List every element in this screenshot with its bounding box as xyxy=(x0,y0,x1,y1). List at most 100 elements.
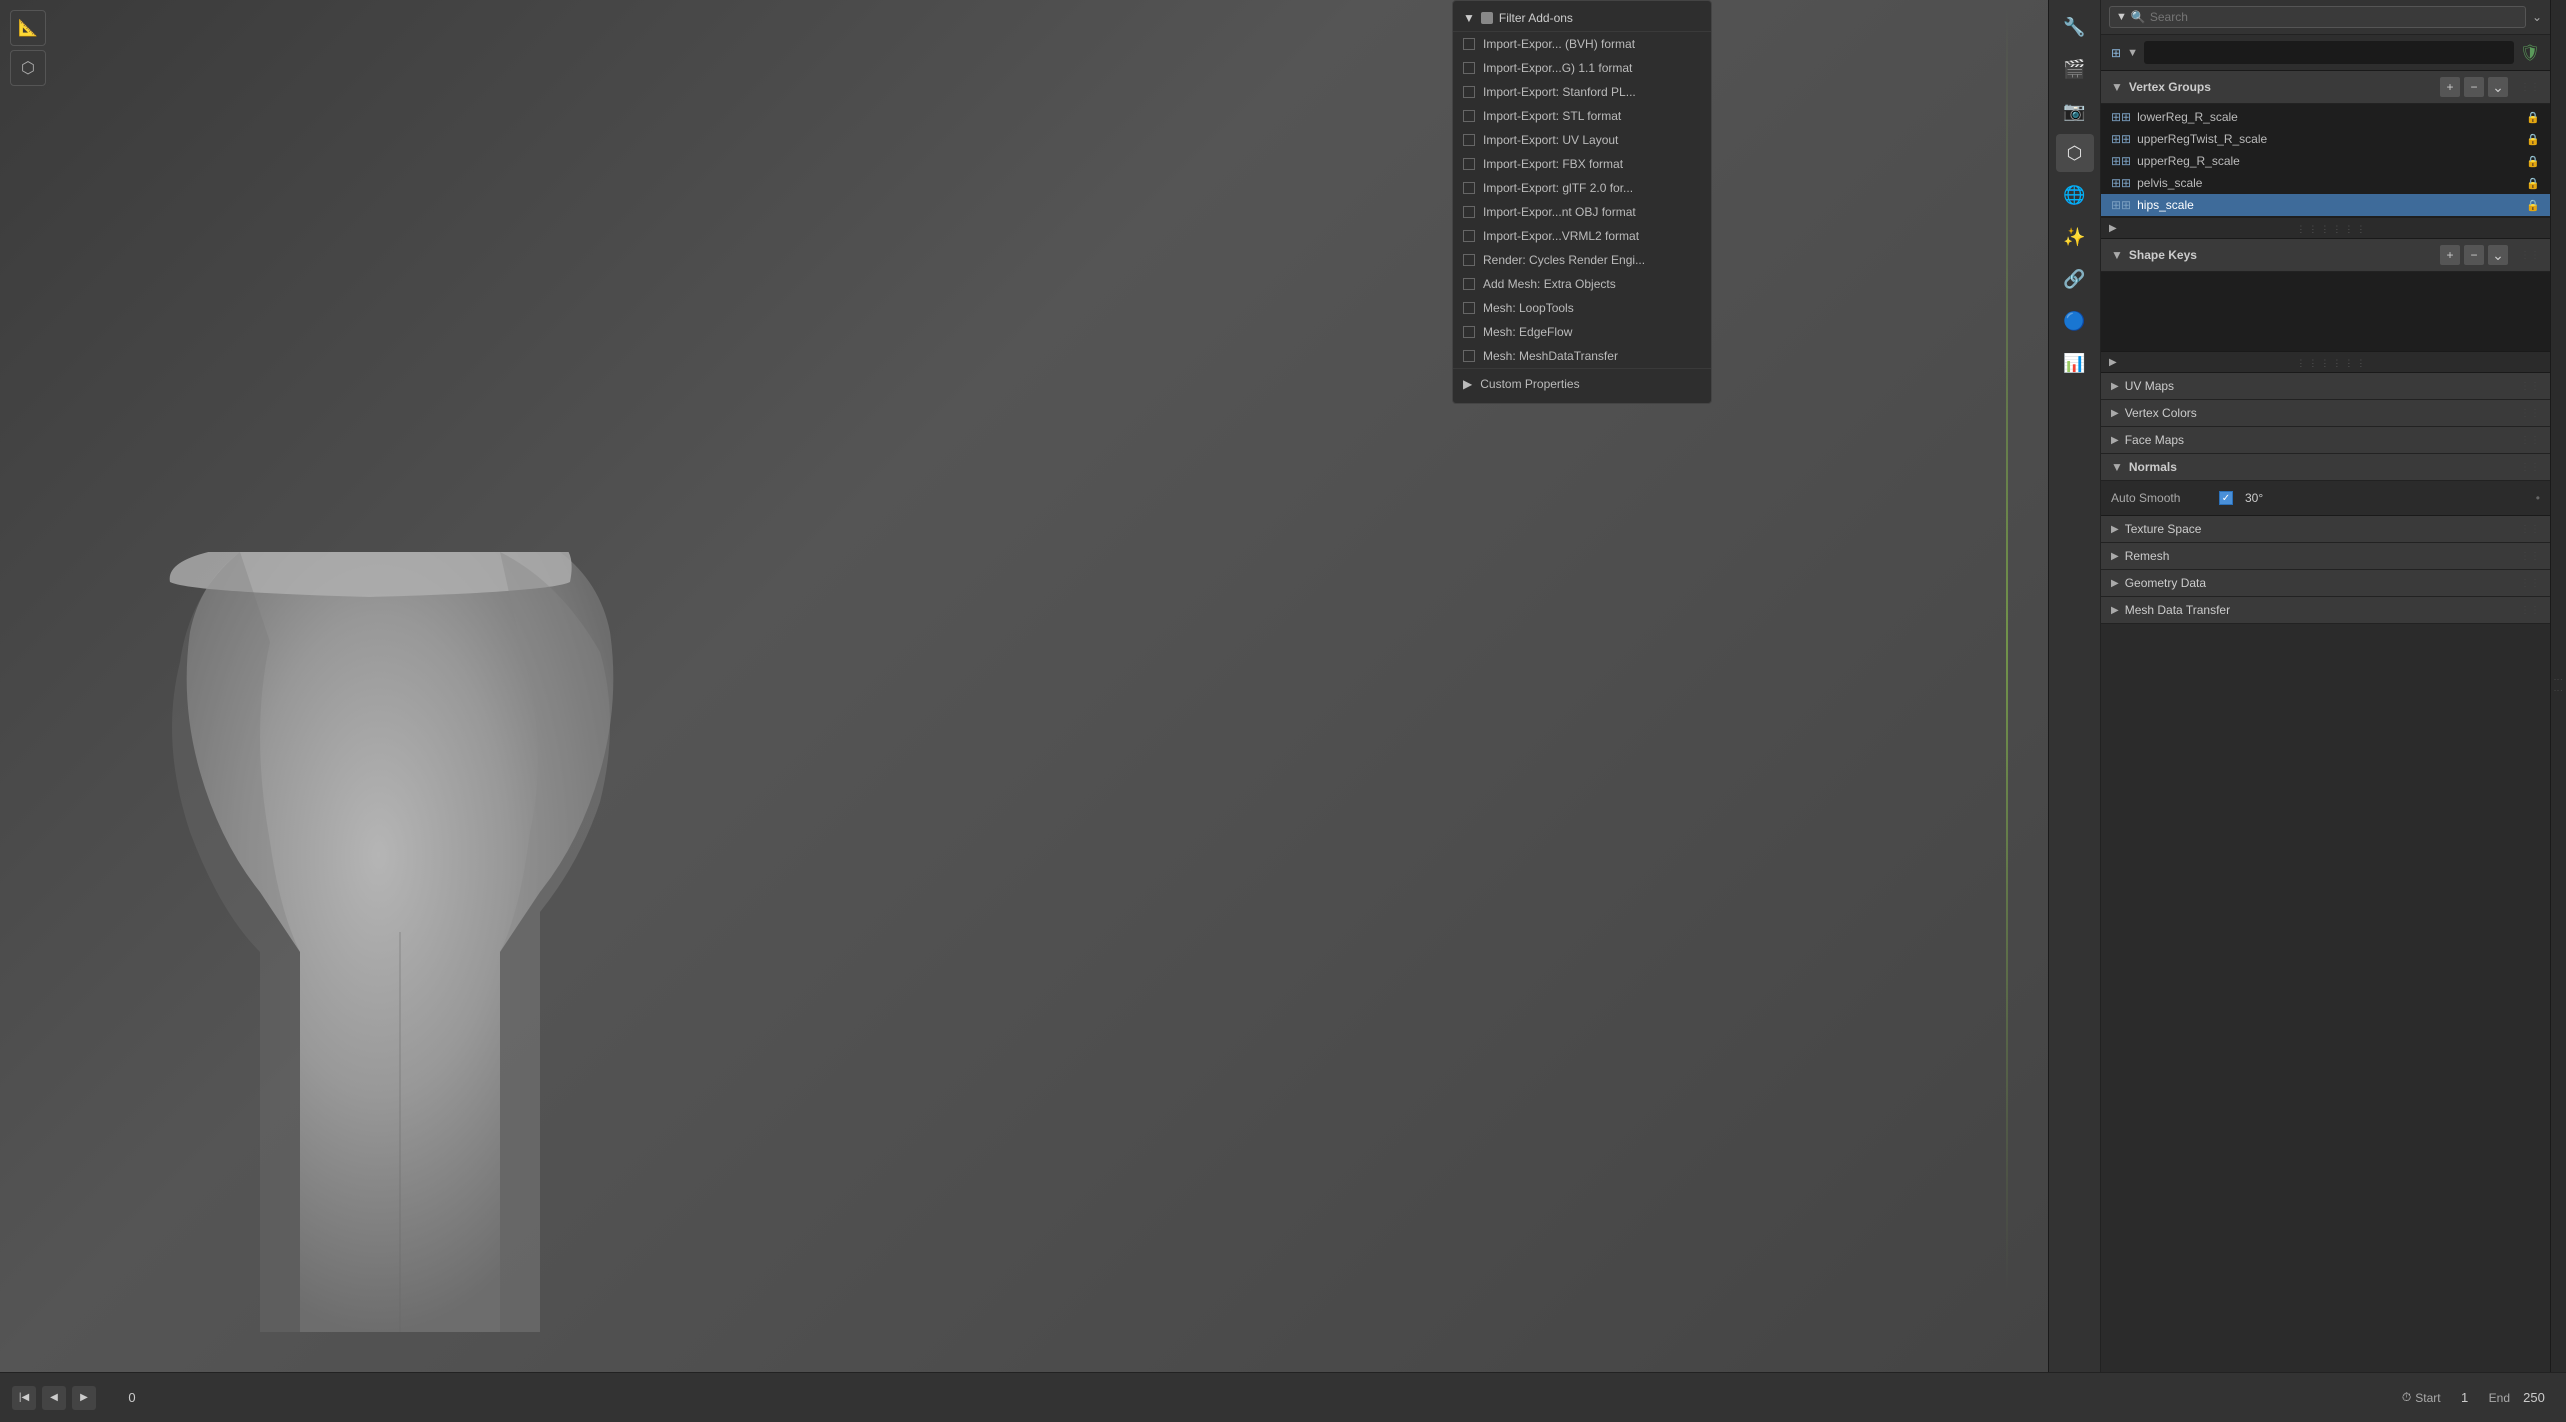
mesh-dropdown[interactable]: ▼ xyxy=(2127,47,2138,59)
remesh-section[interactable]: ▶ Remesh ⋮⋮ xyxy=(2101,543,2550,570)
addon-item[interactable]: Import-Export: UV Layout xyxy=(1453,128,1711,152)
addon-checkbox[interactable] xyxy=(1463,110,1475,122)
addon-item[interactable]: Import-Export: glTF 2.0 for... xyxy=(1453,176,1711,200)
addon-checkbox[interactable] xyxy=(1463,302,1475,314)
vg-remove-btn[interactable]: − xyxy=(2464,77,2484,97)
auto-smooth-value: 30° xyxy=(2245,491,2263,505)
play-btn[interactable]: ▶ xyxy=(72,1386,96,1410)
addon-item[interactable]: Import-Expor... (BVH) format xyxy=(1453,32,1711,56)
vg-lock-icon[interactable]: 🔒 xyxy=(2526,111,2540,124)
sk-play-btn[interactable]: ▶ xyxy=(2109,357,2117,368)
vertex-group-item[interactable]: ⊞⊞ upperReg_R_scale 🔒 xyxy=(2101,150,2550,172)
addon-item[interactable]: Mesh: MeshDataTransfer xyxy=(1453,344,1711,368)
addon-item[interactable]: Mesh: LoopTools xyxy=(1453,296,1711,320)
addon-checkbox[interactable] xyxy=(1463,134,1475,146)
normals-dot-btn[interactable]: • xyxy=(2536,491,2540,505)
skip-start-btn[interactable]: |◀ xyxy=(12,1386,36,1410)
drag-grip: ⋮⋮ xyxy=(2554,675,2564,697)
search-input[interactable] xyxy=(2150,10,2519,24)
icon-scene[interactable]: 🎬 xyxy=(2056,50,2094,88)
ts-drag-right: ⋮⋮ xyxy=(2520,524,2540,535)
normals-content: Auto Smooth ✓ 30° • xyxy=(2101,481,2550,516)
addon-checkbox[interactable] xyxy=(1463,254,1475,266)
addon-checkbox[interactable] xyxy=(1463,182,1475,194)
vg-item-name: lowerReg_R_scale xyxy=(2137,110,2238,124)
icon-constraints[interactable]: 🔗 xyxy=(2056,260,2094,298)
vertex-groups-title: Vertex Groups xyxy=(2129,80,2434,94)
sk-more-btn[interactable]: ⌄ xyxy=(2488,245,2508,265)
icon-material[interactable]: 🌐 xyxy=(2056,176,2094,214)
vertex-group-item[interactable]: ⊞⊞ pelvis_scale 🔒 xyxy=(2101,172,2550,194)
addon-item[interactable]: Import-Export: Stanford PL... xyxy=(1453,80,1711,104)
normals-section-header[interactable]: ▼ Normals ⋮⋮ xyxy=(2101,454,2550,481)
addon-checkbox[interactable] xyxy=(1463,350,1475,362)
addon-item[interactable]: Import-Expor...G) 1.1 format xyxy=(1453,56,1711,80)
start-value[interactable]: 1 xyxy=(2445,1390,2485,1405)
mesh-name-input[interactable]: Mesh.003 xyxy=(2144,41,2514,64)
uv-maps-section[interactable]: ▶ UV Maps ⋮⋮ xyxy=(2101,373,2550,400)
search-container[interactable]: ▼ 🔍 xyxy=(2109,6,2526,28)
vg-play-btn[interactable]: ▶ xyxy=(2109,223,2117,234)
icon-object-data[interactable]: 📊 xyxy=(2056,344,2094,382)
addon-item[interactable]: Render: Cycles Render Engi... xyxy=(1453,248,1711,272)
icon-sidebar: 🔧 🎬 📷 ⬡ 🌐 ✨ 🔗 🔵 📊 xyxy=(2048,0,2100,1372)
vertex-group-item[interactable]: ⊞⊞ upperRegTwist_R_scale 🔒 xyxy=(2101,128,2550,150)
vg-lock-icon[interactable]: 🔒 xyxy=(2526,199,2540,212)
icon-modifier[interactable]: 🔵 xyxy=(2056,302,2094,340)
addon-checkbox[interactable] xyxy=(1463,278,1475,290)
viewport-icon-object[interactable]: ⬡ xyxy=(10,50,46,86)
icon-render[interactable]: 📷 xyxy=(2056,92,2094,130)
geometry-data-section[interactable]: ▶ Geometry Data ⋮⋮ xyxy=(2101,570,2550,597)
addon-checkbox[interactable] xyxy=(1463,206,1475,218)
addon-item[interactable]: Mesh: EdgeFlow xyxy=(1453,320,1711,344)
shape-keys-title: Shape Keys xyxy=(2129,248,2434,262)
addon-checkbox[interactable] xyxy=(1463,158,1475,170)
icon-particles[interactable]: ✨ xyxy=(2056,218,2094,256)
addon-item-label: Import-Export: UV Layout xyxy=(1483,133,1618,147)
uv-arrow: ▶ xyxy=(2111,381,2119,392)
current-frame[interactable]: 0 xyxy=(112,1390,152,1405)
panel-expand-icon[interactable]: ⌄ xyxy=(2532,10,2542,24)
icon-tools[interactable]: 🔧 xyxy=(2056,8,2094,46)
addon-item[interactable]: Import-Expor...nt OBJ format xyxy=(1453,200,1711,224)
addon-item-label: Import-Expor... (BVH) format xyxy=(1483,37,1635,51)
fm-drag-right: ⋮⋮ xyxy=(2520,435,2540,446)
addon-item[interactable]: Import-Export: FBX format xyxy=(1453,152,1711,176)
addon-item-label: Import-Expor...nt OBJ format xyxy=(1483,205,1636,219)
viewport[interactable]: 📐 ⬡ xyxy=(0,0,2048,1372)
addon-item[interactable]: Add Mesh: Extra Objects xyxy=(1453,272,1711,296)
vg-item-icon: ⊞⊞ xyxy=(2111,132,2131,146)
step-back-btn[interactable]: ◀ xyxy=(42,1386,66,1410)
vertex-colors-section[interactable]: ▶ Vertex Colors ⋮⋮ xyxy=(2101,400,2550,427)
addon-checkbox[interactable] xyxy=(1463,326,1475,338)
addon-item[interactable]: Import-Expor...VRML2 format xyxy=(1453,224,1711,248)
sk-add-btn[interactable]: + xyxy=(2440,245,2460,265)
vertex-group-item[interactable]: ⊞⊞ lowerReg_R_scale 🔒 xyxy=(2101,106,2550,128)
auto-smooth-checkbox[interactable]: ✓ xyxy=(2219,491,2233,505)
mesh-data-transfer-section[interactable]: ▶ Mesh Data Transfer ⋮⋮ xyxy=(2101,597,2550,624)
vertex-groups-header[interactable]: ▼ Vertex Groups + − ⌄ ⋮⋮ xyxy=(2101,71,2550,104)
addon-item[interactable]: Import-Export: STL format xyxy=(1453,104,1711,128)
panel-right-drag[interactable]: ⋮⋮ xyxy=(2550,0,2566,1372)
vg-lock-icon[interactable]: 🔒 xyxy=(2526,133,2540,146)
vg-lock-icon[interactable]: 🔒 xyxy=(2526,177,2540,190)
end-value[interactable]: 250 xyxy=(2514,1390,2554,1405)
addon-checkbox[interactable] xyxy=(1463,230,1475,242)
vertex-group-item[interactable]: ⊞⊞ hips_scale 🔒 xyxy=(2101,194,2550,216)
icon-data[interactable]: ⬡ xyxy=(2056,134,2094,172)
addon-checkbox[interactable] xyxy=(1463,62,1475,74)
addon-item-label: Mesh: MeshDataTransfer xyxy=(1483,349,1618,363)
viewport-icon-measure[interactable]: 📐 xyxy=(10,10,46,46)
addon-checkbox[interactable] xyxy=(1463,38,1475,50)
sk-drag-dots: ⋮⋮⋮⋮⋮⋮ xyxy=(2296,358,2368,368)
shape-keys-header[interactable]: ▼ Shape Keys + − ⌄ ⋮⋮ xyxy=(2101,239,2550,272)
custom-properties-row[interactable]: ▶ Custom Properties xyxy=(1453,368,1711,399)
texture-space-section[interactable]: ▶ Texture Space ⋮⋮ xyxy=(2101,516,2550,543)
sk-remove-btn[interactable]: − xyxy=(2464,245,2484,265)
vg-more-btn[interactable]: ⌄ xyxy=(2488,77,2508,97)
vg-add-btn[interactable]: + xyxy=(2440,77,2460,97)
vg-lock-icon[interactable]: 🔒 xyxy=(2526,155,2540,168)
grid-line xyxy=(2006,0,2008,1292)
addon-checkbox[interactable] xyxy=(1463,86,1475,98)
face-maps-section[interactable]: ▶ Face Maps ⋮⋮ xyxy=(2101,427,2550,454)
